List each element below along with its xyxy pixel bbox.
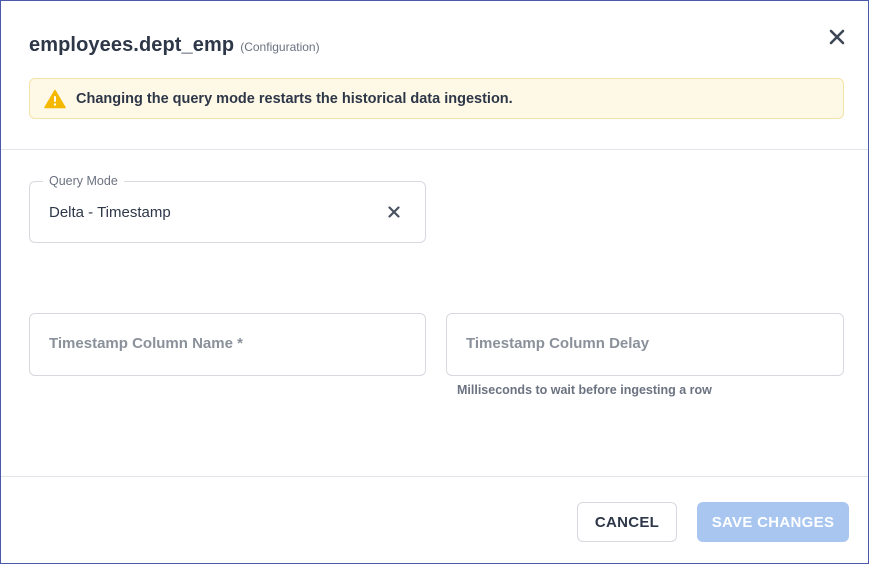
cancel-button[interactable]: CANCEL (577, 502, 677, 542)
configuration-dialog: employees.dept_emp (Configuration) Chang… (0, 0, 869, 564)
close-icon (829, 29, 845, 45)
header-divider (1, 149, 868, 150)
dialog-subtitle: (Configuration) (240, 40, 320, 54)
footer-divider (1, 476, 868, 477)
title-row: employees.dept_emp (Configuration) (29, 34, 320, 57)
query-mode-clear-button[interactable] (385, 203, 403, 221)
timestamp-column-delay-input[interactable]: Timestamp Column Delay (446, 313, 844, 376)
warning-text: Changing the query mode restarts the his… (76, 90, 513, 107)
timestamp-column-delay-placeholder: Timestamp Column Delay (466, 335, 650, 352)
timestamp-column-name-input[interactable]: Timestamp Column Name * (29, 313, 426, 376)
clear-icon (388, 206, 400, 218)
warning-banner: Changing the query mode restarts the his… (29, 78, 844, 119)
save-changes-button[interactable]: SAVE CHANGES (697, 502, 849, 542)
query-mode-select[interactable]: Query Mode Delta - Timestamp (29, 174, 426, 243)
timestamp-column-name-placeholder: Timestamp Column Name * (49, 335, 243, 352)
dialog-title: employees.dept_emp (29, 34, 235, 56)
dialog-header: employees.dept_emp (Configuration) Chang… (1, 1, 868, 149)
query-mode-value: Delta - Timestamp (49, 204, 171, 221)
close-button[interactable] (827, 27, 847, 47)
query-mode-label: Query Mode (43, 174, 124, 188)
warning-triangle-icon (44, 89, 66, 108)
timestamp-column-delay-helper: Milliseconds to wait before ingesting a … (457, 383, 712, 397)
